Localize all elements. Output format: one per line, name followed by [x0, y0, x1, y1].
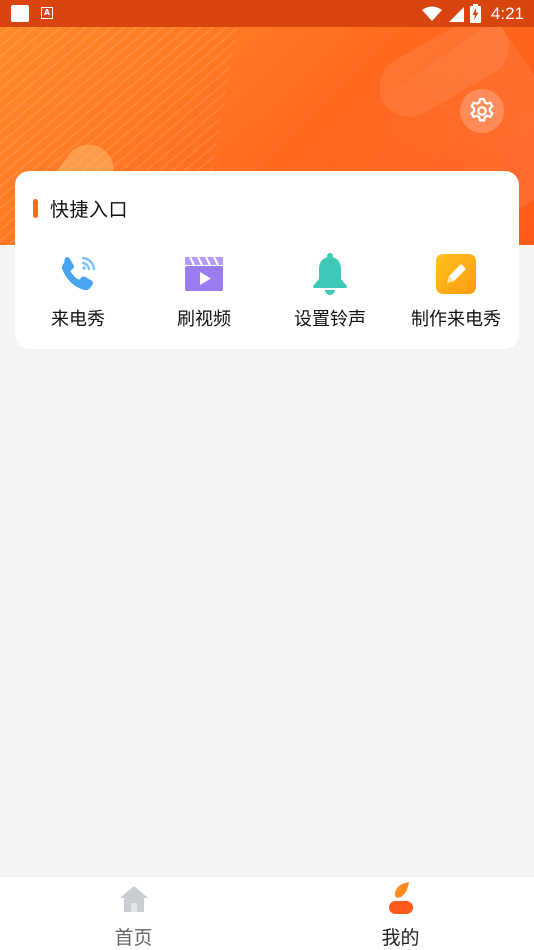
gear-icon	[470, 98, 494, 122]
signal-icon	[448, 6, 464, 22]
shortcut-label: 来电秀	[51, 309, 105, 330]
bottom-nav: 首页 我的	[0, 876, 534, 950]
bell-icon	[307, 251, 353, 297]
title-accent-bar	[33, 199, 38, 218]
shortcut-browse-videos[interactable]: 刷视频	[141, 251, 267, 331]
settings-button[interactable]	[460, 89, 504, 133]
shortcut-grid: 来电秀 刷视频 设置铃声 制作来电秀	[15, 251, 519, 331]
text-a-icon: A	[41, 7, 53, 19]
quick-access-card: 快捷入口 来电秀 刷视频 设置铃声 制作来电秀	[15, 171, 519, 349]
edit-pencil-icon	[433, 251, 479, 297]
app-notification-icon	[11, 5, 29, 22]
home-icon	[116, 881, 152, 917]
nav-label-profile: 我的	[381, 927, 420, 949]
nav-label-home: 首页	[114, 927, 153, 949]
status-bar: A 4:21	[0, 0, 534, 27]
wifi-icon	[421, 6, 442, 21]
shortcut-call-show[interactable]: 来电秀	[15, 251, 141, 331]
shortcut-label: 刷视频	[177, 309, 231, 330]
phone-call-icon	[55, 251, 101, 297]
shortcut-set-ringtone[interactable]: 设置铃声	[267, 251, 393, 331]
battery-charging-icon	[469, 4, 481, 23]
profile-icon	[383, 881, 419, 917]
nav-item-profile[interactable]: 我的	[267, 877, 534, 950]
video-clapper-icon	[181, 251, 227, 297]
card-header: 快捷入口	[33, 195, 128, 222]
shortcut-label: 设置铃声	[294, 309, 366, 330]
app-screen: A 4:21 快捷入口 来电秀 刷视频 设置铃声 制作来电秀 首页 我的	[0, 0, 534, 950]
shortcut-label: 制作来电秀	[411, 309, 501, 330]
status-time: 4:21	[490, 3, 524, 23]
shortcut-make-call-show[interactable]: 制作来电秀	[393, 251, 519, 331]
status-icons: 4:21	[421, 0, 524, 27]
nav-item-home[interactable]: 首页	[0, 877, 267, 950]
card-title: 快捷入口	[50, 199, 129, 221]
